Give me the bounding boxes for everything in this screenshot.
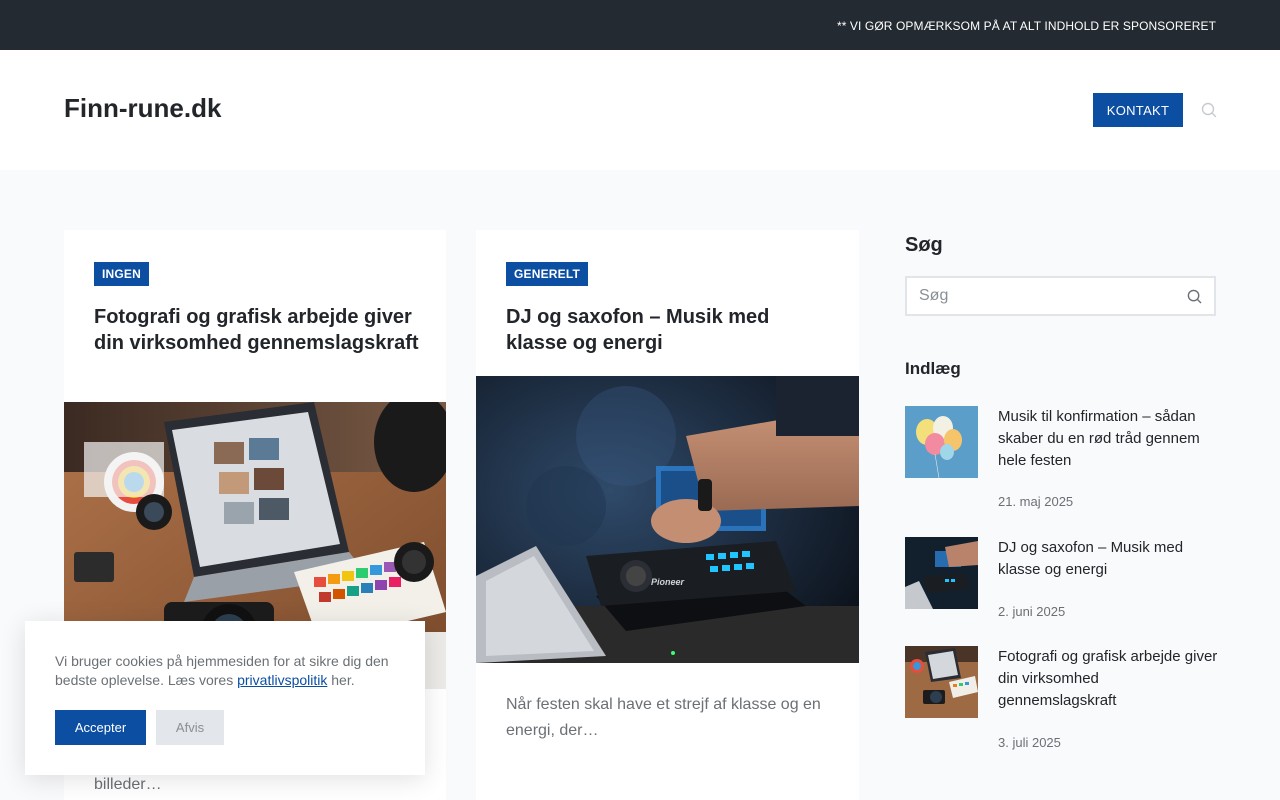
post-link[interactable]: Musik til konfirmation – sådan skaber du… bbox=[998, 406, 1218, 472]
svg-text:Pioneer: Pioneer bbox=[651, 577, 685, 587]
post-date: 21. maj 2025 bbox=[998, 494, 1074, 509]
photography-desk-image[interactable] bbox=[905, 646, 978, 718]
cookie-banner: Vi bruger cookies på hjemmesiden for at … bbox=[25, 621, 425, 775]
post-title[interactable]: Fotografi og grafisk arbejde giver din v… bbox=[94, 304, 424, 356]
list-item[interactable]: Fotografi og grafisk arbejde giver din v… bbox=[905, 646, 1218, 756]
search-input[interactable] bbox=[919, 286, 1169, 306]
post-excerpt: billeder… bbox=[94, 776, 162, 793]
search-icon[interactable] bbox=[1187, 289, 1202, 304]
balloons-image[interactable] bbox=[905, 406, 978, 478]
posts-heading: Indlæg bbox=[905, 359, 961, 378]
post-link[interactable]: DJ og saxofon – Musik med klasse og ener… bbox=[998, 537, 1218, 581]
dj-controller-image[interactable] bbox=[905, 537, 978, 609]
list-item[interactable]: DJ og saxofon – Musik med klasse og ener… bbox=[905, 537, 1216, 627]
dj-controller-image[interactable]: Pioneer bbox=[476, 376, 859, 663]
privacy-policy-link[interactable]: privatlivspolitik bbox=[237, 672, 327, 688]
top-notice-bar: ** VI GØR OPMÆRKSOM PÅ AT ALT INDHOLD ER… bbox=[0, 0, 1280, 50]
search-icon[interactable] bbox=[1201, 102, 1217, 118]
sponsored-notice: ** VI GØR OPMÆRKSOM PÅ AT ALT INDHOLD ER… bbox=[836, 19, 1216, 33]
post-link[interactable]: Fotografi og grafisk arbejde giver din v… bbox=[998, 646, 1218, 712]
cookie-text: Vi bruger cookies på hjemmesiden for at … bbox=[55, 652, 400, 690]
cookie-text-after: her. bbox=[327, 672, 355, 688]
post-excerpt: Når festen skal have et strejf af klasse… bbox=[506, 696, 821, 739]
post-date: 2. juni 2025 bbox=[998, 604, 1066, 619]
list-item[interactable]: Musik til konfirmation – sådan skaber du… bbox=[905, 406, 1216, 516]
post-card: GENERELT DJ og saxofon – Musik med klass… bbox=[476, 230, 859, 800]
category-badge[interactable]: GENERELT bbox=[506, 262, 589, 286]
site-title[interactable]: Finn-rune.dk bbox=[64, 93, 221, 124]
contact-button[interactable]: KONTAKT bbox=[1093, 93, 1183, 127]
accept-cookies-button[interactable]: Accepter bbox=[55, 710, 146, 745]
decline-cookies-button[interactable]: Afvis bbox=[156, 710, 224, 745]
sidebar-search bbox=[905, 276, 1216, 316]
category-badge[interactable]: INGEN bbox=[94, 262, 150, 286]
post-date: 3. juli 2025 bbox=[998, 735, 1061, 750]
site-header: Finn-rune.dk KONTAKT bbox=[0, 50, 1280, 170]
post-title[interactable]: DJ og saxofon – Musik med klasse og ener… bbox=[506, 304, 836, 356]
search-heading: Søg bbox=[905, 234, 943, 256]
